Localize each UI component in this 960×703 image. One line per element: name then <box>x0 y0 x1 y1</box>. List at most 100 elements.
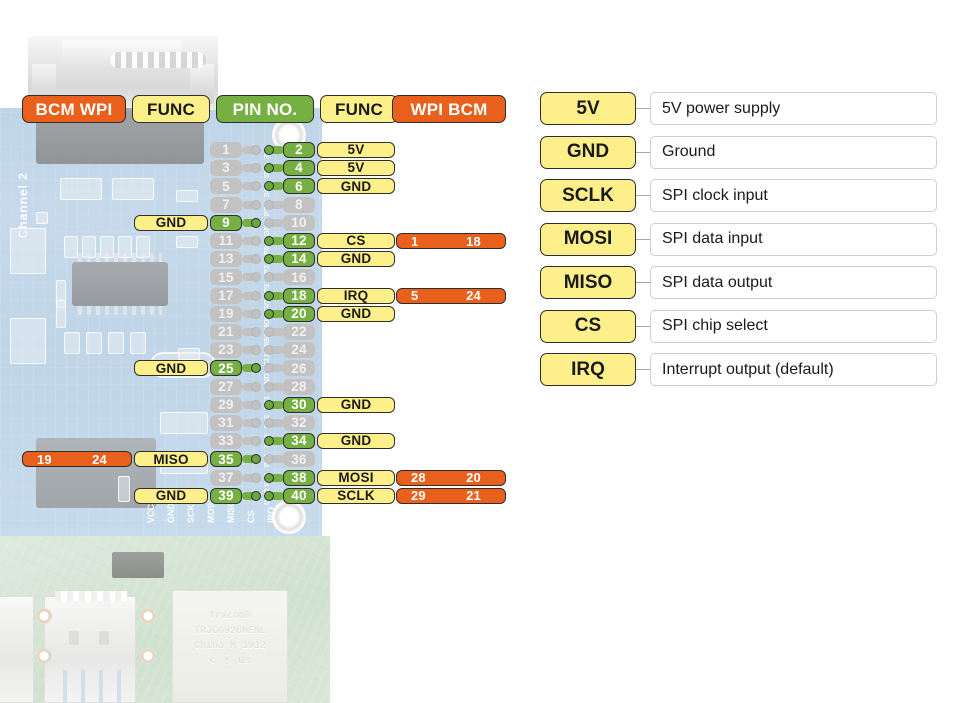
pin-number-12[interactable]: 12 <box>283 233 315 249</box>
pin-function-38[interactable]: MOSI <box>317 469 395 486</box>
legend-key-gnd[interactable]: GND <box>540 135 636 169</box>
usb-port-left <box>0 596 34 703</box>
pin-number-17[interactable]: 17 <box>210 287 242 304</box>
pin-ids-35[interactable]: 19 24 <box>22 451 132 468</box>
gpio-silkscreen-right: 3V3SDASCLP7GNDP0 P2P33V3MOSIMISOSCLK GND… <box>262 146 271 505</box>
legend-connector-line <box>636 369 650 371</box>
pin-number-36[interactable]: 36 <box>283 451 315 468</box>
pin-ids-40[interactable]: 29 21 <box>396 487 506 504</box>
pin-number-33[interactable]: 33 <box>210 433 242 450</box>
pin-number-13[interactable]: 13 <box>210 251 242 268</box>
pin-function-39[interactable]: GND <box>134 487 208 504</box>
pin-number-5[interactable]: 5 <box>210 178 242 195</box>
pin-connector-dot <box>264 308 274 319</box>
pin-number-16[interactable]: 16 <box>283 269 315 286</box>
column-header-func: FUNC <box>320 95 398 123</box>
pin-bcm: 18 <box>466 233 481 249</box>
pin-wpi: 5 <box>411 288 419 304</box>
pin-number-28[interactable]: 28 <box>283 378 315 395</box>
pin-number-40[interactable]: 40 <box>283 487 315 504</box>
legend-key-mosi[interactable]: MOSI <box>540 222 636 256</box>
pin-connector-dot <box>251 327 261 337</box>
pin-function-25[interactable]: GND <box>134 360 208 377</box>
legend-key-miso[interactable]: MISO <box>540 266 636 299</box>
pin-connector-dot <box>264 145 274 155</box>
pin-number-3[interactable]: 3 <box>210 160 242 177</box>
pin-function-20[interactable]: GND <box>317 305 395 322</box>
pin-connector-dot <box>251 290 261 301</box>
pin-number-8[interactable]: 8 <box>283 196 315 213</box>
pin-connector-dot <box>264 381 274 392</box>
pin-number-21[interactable]: 21 <box>210 324 242 340</box>
pin-function-12[interactable]: CS <box>317 233 395 249</box>
pin-number-25[interactable]: 25 <box>210 360 242 377</box>
pin-number-20[interactable]: 20 <box>283 305 315 322</box>
pin-number-4[interactable]: 4 <box>283 160 315 177</box>
pin-number-29[interactable]: 29 <box>210 396 242 413</box>
legend-description-sclk: SPI clock input <box>650 179 937 212</box>
pin-number-39[interactable]: 39 <box>210 487 242 504</box>
pin-number-9[interactable]: 9 <box>210 214 242 231</box>
pin-number-11[interactable]: 11 <box>210 233 242 249</box>
pin-number-22[interactable]: 22 <box>283 324 315 340</box>
pin-function-18[interactable]: IRQ <box>317 287 395 304</box>
mounting-hole-bottom <box>272 500 306 534</box>
legend-key-sclk[interactable]: SCLK <box>540 179 636 212</box>
pin-connector-dot <box>251 490 261 501</box>
pin-connector-dot <box>251 399 261 410</box>
legend-description-mosi: SPI data input <box>650 222 937 256</box>
pin-wpi: 28 <box>411 470 426 486</box>
pin-function-14[interactable]: GND <box>317 251 395 268</box>
pin-connector-dot <box>264 399 274 410</box>
legend-key-cs[interactable]: CS <box>540 309 636 343</box>
pin-function-40[interactable]: SCLK <box>317 487 395 504</box>
pin-bcm: 24 <box>466 288 481 304</box>
pin-connector-dot <box>264 418 274 428</box>
pin-ids-18[interactable]: 5 24 <box>396 287 506 304</box>
legend-key-5v[interactable]: 5V <box>540 92 636 125</box>
pin-number-32[interactable]: 32 <box>283 415 315 431</box>
pin-number-27[interactable]: 27 <box>210 378 242 395</box>
pin-bcm: 20 <box>466 470 481 486</box>
pin-function-9[interactable]: GND <box>134 214 208 231</box>
pin-number-2[interactable]: 2 <box>283 142 315 158</box>
ethernet-magjack: Trxcom® TRJG0926HENL China M 1912 c Ⓥ us <box>172 590 288 703</box>
pin-function-2[interactable]: 5V <box>317 142 395 158</box>
pin-ids-12[interactable]: 1 18 <box>396 233 506 249</box>
legend-key-irq[interactable]: IRQ <box>540 353 636 386</box>
legend-connector-line <box>636 238 650 240</box>
pin-number-31[interactable]: 31 <box>210 415 242 431</box>
pin-number-38[interactable]: 38 <box>283 469 315 486</box>
pin-number-15[interactable]: 15 <box>210 269 242 286</box>
pin-wpi: 29 <box>411 488 426 504</box>
pin-function-34[interactable]: GND <box>317 433 395 450</box>
silkscreen-usb3: USB3 <box>104 652 113 672</box>
pin-function-4[interactable]: 5V <box>317 160 395 177</box>
pin-function-30[interactable]: GND <box>317 396 395 413</box>
pin-number-26[interactable]: 26 <box>283 360 315 377</box>
pin-function-6[interactable]: GND <box>317 178 395 195</box>
pin-connector-dot <box>251 236 261 246</box>
legend-connector-line <box>636 325 650 327</box>
pin-number-30[interactable]: 30 <box>283 396 315 413</box>
legend-description-cs: SPI chip select <box>650 309 937 343</box>
pin-connector-dot <box>264 327 274 337</box>
pin-connector-dot <box>251 145 261 155</box>
pin-connector-dot <box>251 199 261 210</box>
pin-number-7[interactable]: 7 <box>210 196 242 213</box>
pin-number-14[interactable]: 14 <box>283 251 315 268</box>
legend-description-miso: SPI data output <box>650 266 937 299</box>
pin-number-18[interactable]: 18 <box>283 287 315 304</box>
pin-number-23[interactable]: 23 <box>210 342 242 359</box>
pin-number-24[interactable]: 24 <box>283 342 315 359</box>
pin-number-35[interactable]: 35 <box>210 451 242 468</box>
pin-number-10[interactable]: 10 <box>283 214 315 231</box>
pin-number-1[interactable]: 1 <box>210 142 242 158</box>
pin-ids-38[interactable]: 28 20 <box>396 469 506 486</box>
pin-function-35[interactable]: MISO <box>134 451 208 468</box>
pin-number-19[interactable]: 19 <box>210 305 242 322</box>
pin-number-37[interactable]: 37 <box>210 469 242 486</box>
pin-number-34[interactable]: 34 <box>283 433 315 450</box>
pin-connector-dot <box>264 490 274 501</box>
pin-number-6[interactable]: 6 <box>283 178 315 195</box>
